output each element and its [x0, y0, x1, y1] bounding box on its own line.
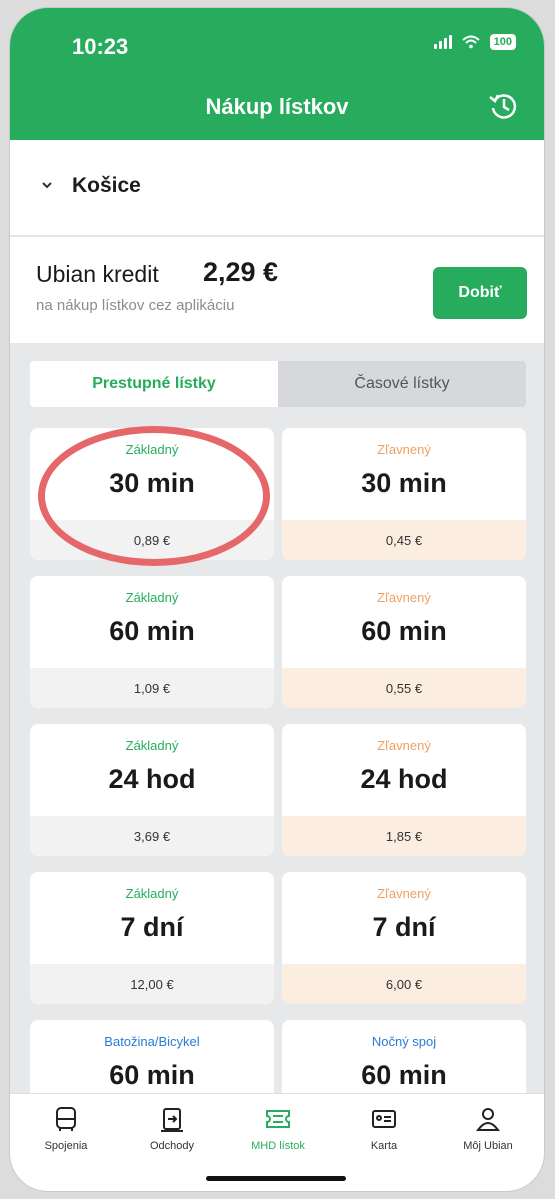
battery-icon: 100 [489, 34, 516, 50]
ticket-category: Zľavnený [377, 738, 431, 753]
nav-label: Spojenia [44, 1140, 88, 1152]
nav-item-mhd-listok[interactable]: MHD lístok [228, 1104, 328, 1152]
nav-item-spojenia[interactable]: Spojenia [16, 1104, 116, 1152]
ticket-category: Batožina/Bicykel [104, 1034, 200, 1049]
ticket-category: Základný [125, 738, 179, 753]
tab-time-tickets[interactable]: Časové lístky [278, 361, 526, 407]
ticket-duration: 60 min [109, 616, 195, 646]
ticket-duration: 7 dní [120, 912, 184, 942]
nav-label: MHD lístok [251, 1140, 305, 1152]
chevron-down-icon [42, 182, 52, 189]
bottom-nav: Spojenia Odchody MHD lístok Karta Môj Ub… [10, 1093, 544, 1191]
ticket-card[interactable]: Základný 7 dní 12,00 € [30, 872, 274, 1004]
ticket-card[interactable]: Zľavnený 24 hod 1,85 € [282, 724, 526, 856]
ticket-duration: 30 min [109, 468, 195, 498]
ticket-card[interactable]: Zľavnený 60 min 0,55 € [282, 576, 526, 708]
ticket-duration: 7 dní [372, 912, 436, 942]
ticket-price: 12,00 € [30, 964, 274, 1004]
topup-button[interactable]: Dobiť [433, 267, 527, 319]
user-icon [476, 1108, 500, 1131]
nav-label: Odchody [149, 1140, 195, 1152]
ticket-card[interactable]: Základný 60 min 1,09 € [30, 576, 274, 708]
credit-panel: Ubian kredit 2,29 € na nákup lístkov cez… [10, 237, 544, 343]
phone-screen: 10:23 100 Nákup lístkov Košice Ubian kre… [10, 8, 544, 1191]
ticket-duration: 60 min [109, 1060, 195, 1090]
ticket-card[interactable]: Základný 24 hod 3,69 € [30, 724, 274, 856]
ticket-price: 1,85 € [282, 816, 526, 856]
app-header: 10:23 100 Nákup lístkov [10, 8, 544, 140]
ticket-price: 3,69 € [30, 816, 274, 856]
page-title: Nákup lístkov [205, 94, 349, 119]
ticket-duration: 24 hod [108, 764, 196, 794]
ticket-card[interactable]: Nočný spoj 60 min [282, 1020, 526, 1100]
signal-icon [433, 35, 452, 49]
ticket-category: Nočný spoj [371, 1034, 437, 1049]
ticket-price: 0,45 € [282, 520, 526, 560]
nav-item-moj-ubian[interactable]: Môj Ubian [438, 1104, 538, 1152]
card-icon [372, 1110, 396, 1128]
ticket-duration: 60 min [361, 1060, 447, 1090]
nav-item-karta[interactable]: Karta [334, 1104, 434, 1152]
credit-amount: 2,29 € [203, 257, 279, 287]
ticket-card[interactable]: Batožina/Bicykel 60 min [30, 1020, 274, 1100]
credit-label: Ubian kredit [36, 261, 159, 287]
ticket-card[interactable]: Zľavnený 30 min 0,45 € [282, 428, 526, 560]
history-icon[interactable] [486, 88, 522, 124]
ticket-category: Zľavnený [377, 886, 431, 901]
nav-item-odchody[interactable]: Odchody [122, 1104, 222, 1152]
tab-transfer-tickets[interactable]: Prestupné lístky [30, 361, 278, 407]
ticket-price: 6,00 € [282, 964, 526, 1004]
ticket-duration: 30 min [361, 468, 447, 498]
ticket-category: Základný [125, 590, 179, 605]
ticket-card[interactable]: Základný 30 min 0,89 € [30, 428, 274, 560]
ticket-tabs: Prestupné lístky Časové lístky [30, 361, 526, 407]
departures-icon [161, 1108, 183, 1132]
ticket-category: Zľavnený [377, 590, 431, 605]
ticket-card[interactable]: Zľavnený 7 dní 6,00 € [282, 872, 526, 1004]
wifi-icon [461, 35, 480, 49]
ticket-price: 0,89 € [30, 520, 274, 560]
status-icons: 100 [433, 34, 516, 50]
bus-icon [56, 1107, 76, 1131]
city-selector[interactable]: Košice [10, 140, 544, 236]
ticket-price: 0,55 € [282, 668, 526, 708]
ticket-duration: 60 min [361, 616, 447, 646]
ticket-category: Základný [125, 442, 179, 457]
credit-subtitle: na nákup lístkov cez aplikáciu [36, 297, 235, 314]
home-indicator [206, 1176, 346, 1181]
ticket-icon [266, 1110, 290, 1128]
nav-label: Karta [370, 1140, 398, 1152]
city-name: Košice [72, 174, 141, 197]
ticket-price: 1,09 € [30, 668, 274, 708]
status-time: 10:23 [72, 34, 129, 59]
nav-label: Môj Ubian [463, 1140, 513, 1152]
ticket-category: Základný [125, 886, 179, 901]
ticket-duration: 24 hod [360, 764, 448, 794]
ticket-category: Zľavnený [377, 442, 431, 457]
